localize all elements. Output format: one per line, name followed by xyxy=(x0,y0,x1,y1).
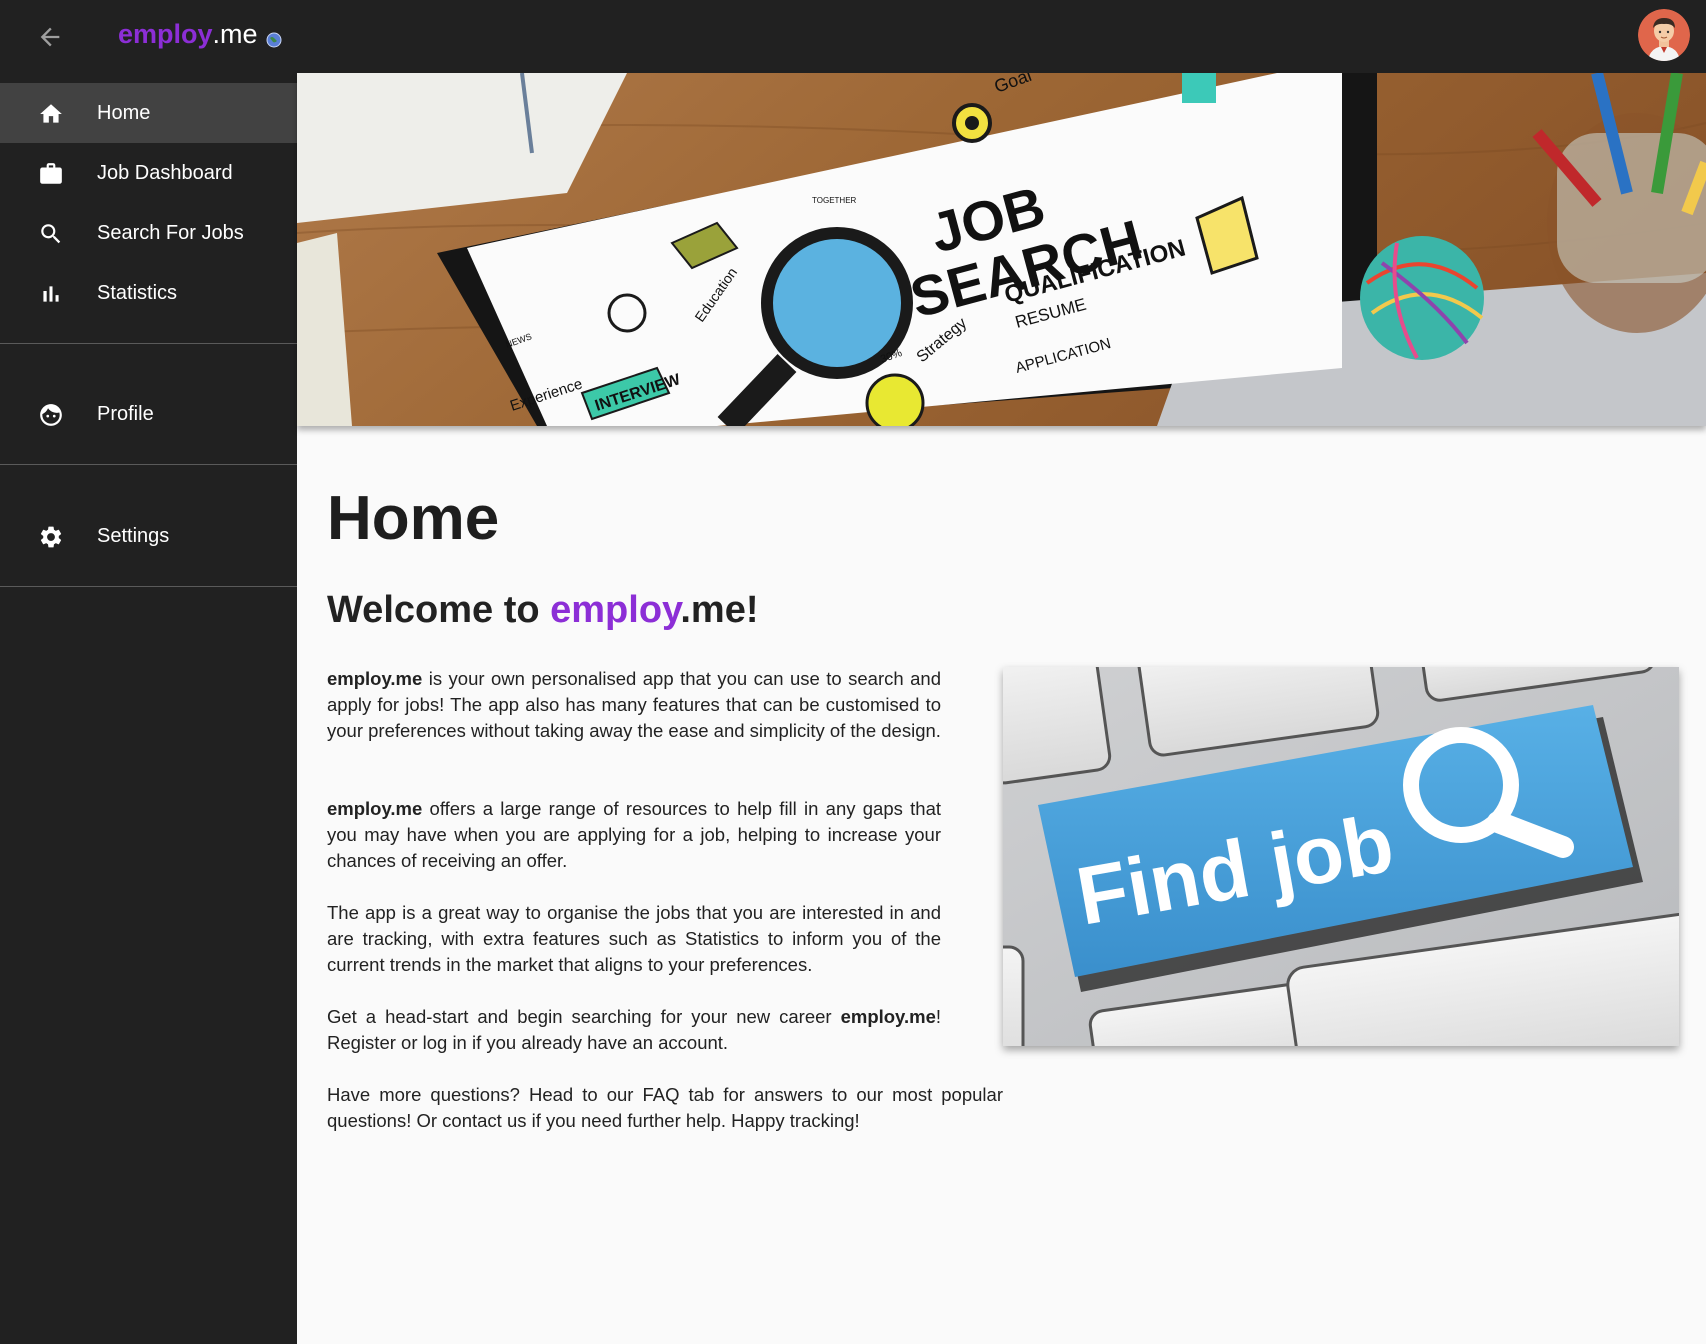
sidebar-item-search-for-jobs[interactable]: Search For Jobs xyxy=(0,203,297,263)
sidebar-item-statistics[interactable]: Statistics xyxy=(0,263,297,323)
briefcase-icon xyxy=(38,161,64,187)
sidebar-item-job-dashboard[interactable]: Job Dashboard xyxy=(0,143,297,203)
search-icon xyxy=(38,221,64,247)
intro-paragraph-2: employ.me offers a large range of resour… xyxy=(327,796,941,874)
avatar[interactable] xyxy=(1638,9,1690,61)
user-avatar-icon xyxy=(1638,9,1690,61)
gear-icon xyxy=(38,524,64,550)
sidebar-divider xyxy=(0,464,297,465)
sidebar-item-label: Profile xyxy=(97,403,154,425)
welcome-brand-highlight: employ xyxy=(550,589,681,631)
job-search-illustration: JOB SEARCH QUALIFICATION RESUME APPLICAT… xyxy=(297,73,1706,426)
brand-name-bold: employ.me xyxy=(327,668,423,689)
sidebar-item-label: Job Dashboard xyxy=(97,162,233,184)
intro-paragraph-4: Get a head-start and begin searching for… xyxy=(327,1004,941,1056)
bar-chart-icon xyxy=(38,281,64,307)
find-job-image: Find job xyxy=(1003,667,1679,1046)
sidebar-item-profile[interactable]: Profile xyxy=(0,384,297,444)
intro-paragraph-5: Have more questions? Head to our FAQ tab… xyxy=(327,1082,1003,1134)
intro-paragraph-3: The app is a great way to organise the j… xyxy=(327,900,941,978)
sidebar-item-label: Statistics xyxy=(97,282,178,304)
home-icon xyxy=(38,101,64,127)
paragraph-text: The app is a great way to organise the j… xyxy=(327,902,941,975)
brand-suffix: .me xyxy=(212,19,258,49)
brand-name-bold: employ.me xyxy=(327,798,423,819)
sidebar-divider xyxy=(0,586,297,587)
face-icon xyxy=(38,402,64,428)
intro-paragraph-1: employ.me is your own personalised app t… xyxy=(327,666,941,744)
find-job-key-illustration: Find job xyxy=(1003,667,1679,1046)
hero-banner: JOB SEARCH QUALIFICATION RESUME APPLICAT… xyxy=(297,73,1706,426)
sidebar-item-home[interactable]: Home xyxy=(0,83,297,143)
welcome-prefix: Welcome to xyxy=(327,589,551,631)
arrow-left-icon xyxy=(40,27,60,47)
paragraph-text: Get a head-start and begin searching for… xyxy=(327,1006,841,1027)
sidebar: Home Job Dashboard Search For Jobs Stati… xyxy=(0,73,297,1344)
sidebar-item-settings[interactable]: Settings xyxy=(0,506,297,566)
welcome-heading: Welcome to employ.me! xyxy=(327,588,758,632)
sidebar-item-label: Home xyxy=(97,102,151,124)
back-button[interactable] xyxy=(30,17,70,57)
globe-icon xyxy=(266,22,282,56)
sidebar-divider xyxy=(0,343,297,344)
paragraph-text: Have more questions? Head to our FAQ tab… xyxy=(327,1084,1003,1131)
app-bar: employ.me xyxy=(0,0,1706,73)
brand-logo[interactable]: employ.me xyxy=(118,17,282,56)
sidebar-item-label: Settings xyxy=(97,525,170,547)
page-title: Home xyxy=(327,484,500,553)
sidebar-item-label: Search For Jobs xyxy=(97,222,244,244)
brand-highlight: employ xyxy=(118,19,213,49)
welcome-suffix: .me! xyxy=(680,589,759,631)
brand-name-bold: employ.me xyxy=(840,1006,936,1027)
hero-text-together: TOGETHER xyxy=(812,196,857,205)
